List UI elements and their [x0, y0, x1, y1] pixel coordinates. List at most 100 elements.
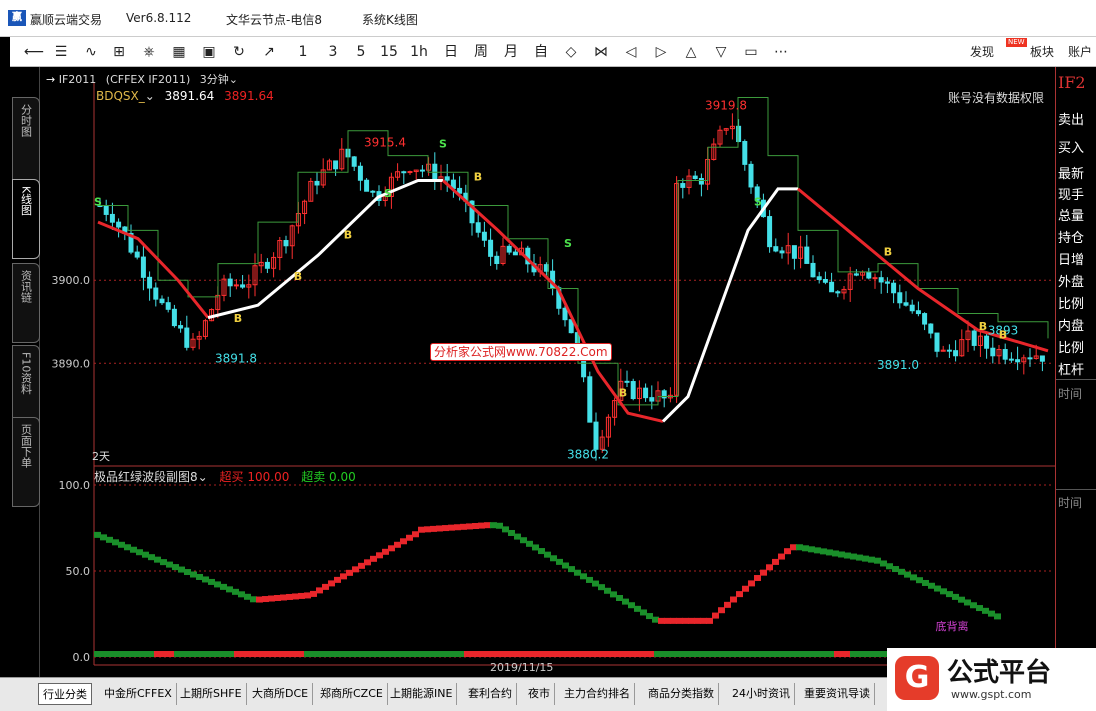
- wave-block: [784, 548, 791, 555]
- period-week[interactable]: 周: [472, 42, 490, 62]
- tab-label: F10资料: [19, 352, 33, 395]
- wave-block: [544, 551, 551, 558]
- back-icon[interactable]: ⟵: [24, 42, 44, 62]
- chart-area[interactable]: 3900.0 3890.0 100.0 50.0 0.0 3915.4 3919.8 3891…: [40, 67, 1055, 677]
- tab-kline[interactable]: K线图: [12, 179, 40, 259]
- period-1[interactable]: 1: [294, 42, 312, 62]
- period-day[interactable]: 日: [442, 42, 460, 62]
- candle-body: [116, 221, 122, 228]
- oversell-value: 0.00: [329, 470, 356, 484]
- quote-current-hand: 现手: [1058, 188, 1085, 203]
- more-icon[interactable]: ⋯: [772, 42, 790, 62]
- chevron-down-icon[interactable]: ⌄: [229, 73, 238, 86]
- wave-block: [940, 588, 947, 595]
- tab-24h-news[interactable]: 24小时资讯: [728, 683, 795, 705]
- right-icon[interactable]: ▷: [652, 42, 670, 62]
- price-label: 3880.2: [567, 448, 609, 462]
- tab-commodity-index[interactable]: 商品分类指数: [644, 683, 719, 705]
- up-icon[interactable]: △: [682, 42, 700, 62]
- left-icon[interactable]: ◁: [622, 42, 640, 62]
- app-logo-icon: 赢: [8, 10, 26, 26]
- candle-icon[interactable]: ⊞: [110, 42, 128, 62]
- tab-page-order[interactable]: 页面下单: [12, 417, 40, 507]
- period-1h[interactable]: 1h: [410, 42, 428, 62]
- wave-block: [958, 596, 965, 603]
- period-5[interactable]: 5: [352, 42, 370, 62]
- candle-body: [562, 307, 568, 321]
- signal-strip: [234, 651, 304, 657]
- k-icon[interactable]: ⎈: [140, 42, 158, 62]
- wave-block: [922, 579, 929, 586]
- wave-block: [844, 552, 851, 559]
- server-node[interactable]: 文华云节点-电信8: [226, 11, 322, 28]
- kline-chart-svg[interactable]: 3900.0 3890.0 100.0 50.0 0.0 3915.4 3919.8 3891…: [40, 67, 1055, 677]
- tab-cffex[interactable]: 中金所CFFEX: [100, 683, 177, 705]
- wave-block: [814, 547, 821, 554]
- discover-button[interactable]: 发现: [970, 42, 994, 62]
- contract-header: → IF2011 (CFFEX IF2011) 3分钟⌄: [46, 73, 238, 86]
- tab-ine[interactable]: 上期能源INE: [386, 683, 458, 705]
- wave-block: [634, 605, 641, 612]
- wave-block: [448, 524, 455, 531]
- wave-block: [766, 564, 773, 571]
- list-icon[interactable]: ☰: [52, 42, 70, 62]
- menu-k-chart[interactable]: 系统K线图: [362, 11, 418, 28]
- wave-block: [934, 585, 941, 592]
- tab-dce[interactable]: 大商所DCE: [248, 683, 314, 705]
- wave-block: [748, 580, 755, 587]
- wave-block: [514, 533, 521, 540]
- quote-sell[interactable]: 卖出: [1058, 109, 1084, 128]
- candle-body: [835, 291, 841, 294]
- indicator-name[interactable]: BDQSX_: [96, 89, 145, 103]
- wave-block: [106, 536, 113, 543]
- window-icon[interactable]: ▭: [742, 42, 760, 62]
- candle-body: [407, 171, 413, 174]
- period-month[interactable]: 月: [502, 42, 520, 62]
- wave-block: [160, 559, 167, 566]
- tab-czce[interactable]: 郑商所CZCE: [316, 683, 388, 705]
- tab-shfe[interactable]: 上期所SHFE: [176, 683, 247, 705]
- quote-buy[interactable]: 买入: [1058, 137, 1084, 156]
- tab-timeshare[interactable]: 分时图: [12, 97, 40, 187]
- sub-indicator-name[interactable]: 极品红绿波段副图8: [94, 470, 198, 484]
- line-chart-icon[interactable]: ∿: [82, 42, 100, 62]
- wave-block: [688, 617, 695, 624]
- refresh-icon[interactable]: ↻: [230, 42, 248, 62]
- candle-body: [984, 335, 990, 349]
- table-icon[interactable]: ▦: [170, 42, 188, 62]
- wave-block: [778, 553, 785, 560]
- candle-body: [227, 278, 233, 287]
- wave-block: [874, 557, 881, 564]
- period-selector[interactable]: 3分钟: [200, 73, 229, 86]
- app-name: 赢顺云端交易: [30, 13, 103, 27]
- tab-arbitrage[interactable]: 套利合约: [464, 683, 517, 705]
- wave-block: [988, 610, 995, 617]
- wave-block: [538, 548, 545, 555]
- zoom-in-icon[interactable]: ◇: [562, 42, 580, 62]
- sector-button[interactable]: 板块: [1030, 42, 1054, 62]
- period-15[interactable]: 15: [380, 42, 398, 62]
- wave-block: [496, 522, 503, 529]
- account-button[interactable]: 账户: [1068, 42, 1092, 62]
- wave-block: [208, 578, 215, 585]
- y-tick-label: 3900.0: [52, 274, 91, 287]
- wave-block: [574, 569, 581, 576]
- tab-key-news[interactable]: 重要资讯导读: [800, 683, 875, 705]
- chevron-down-icon[interactable]: ⌄: [145, 89, 155, 103]
- wave-block: [184, 569, 191, 576]
- period-custom[interactable]: 自: [532, 42, 550, 62]
- save-icon[interactable]: ▣: [200, 42, 218, 62]
- down-icon[interactable]: ▽: [712, 42, 730, 62]
- draw-icon[interactable]: ↗: [260, 42, 278, 62]
- chevron-down-icon[interactable]: ⌄: [198, 470, 208, 484]
- tab-industry[interactable]: 行业分类: [38, 683, 92, 705]
- signal-strip: [154, 651, 174, 657]
- wave-block: [214, 581, 221, 588]
- tab-news-chain[interactable]: 资讯链: [12, 263, 40, 343]
- tab-night[interactable]: 夜市: [524, 683, 555, 705]
- tab-main-rank[interactable]: 主力合约排名: [560, 683, 635, 705]
- zoom-out-icon[interactable]: ⋈: [592, 42, 610, 62]
- period-3[interactable]: 3: [324, 42, 342, 62]
- candle-body: [649, 397, 655, 402]
- wave-block: [760, 569, 767, 576]
